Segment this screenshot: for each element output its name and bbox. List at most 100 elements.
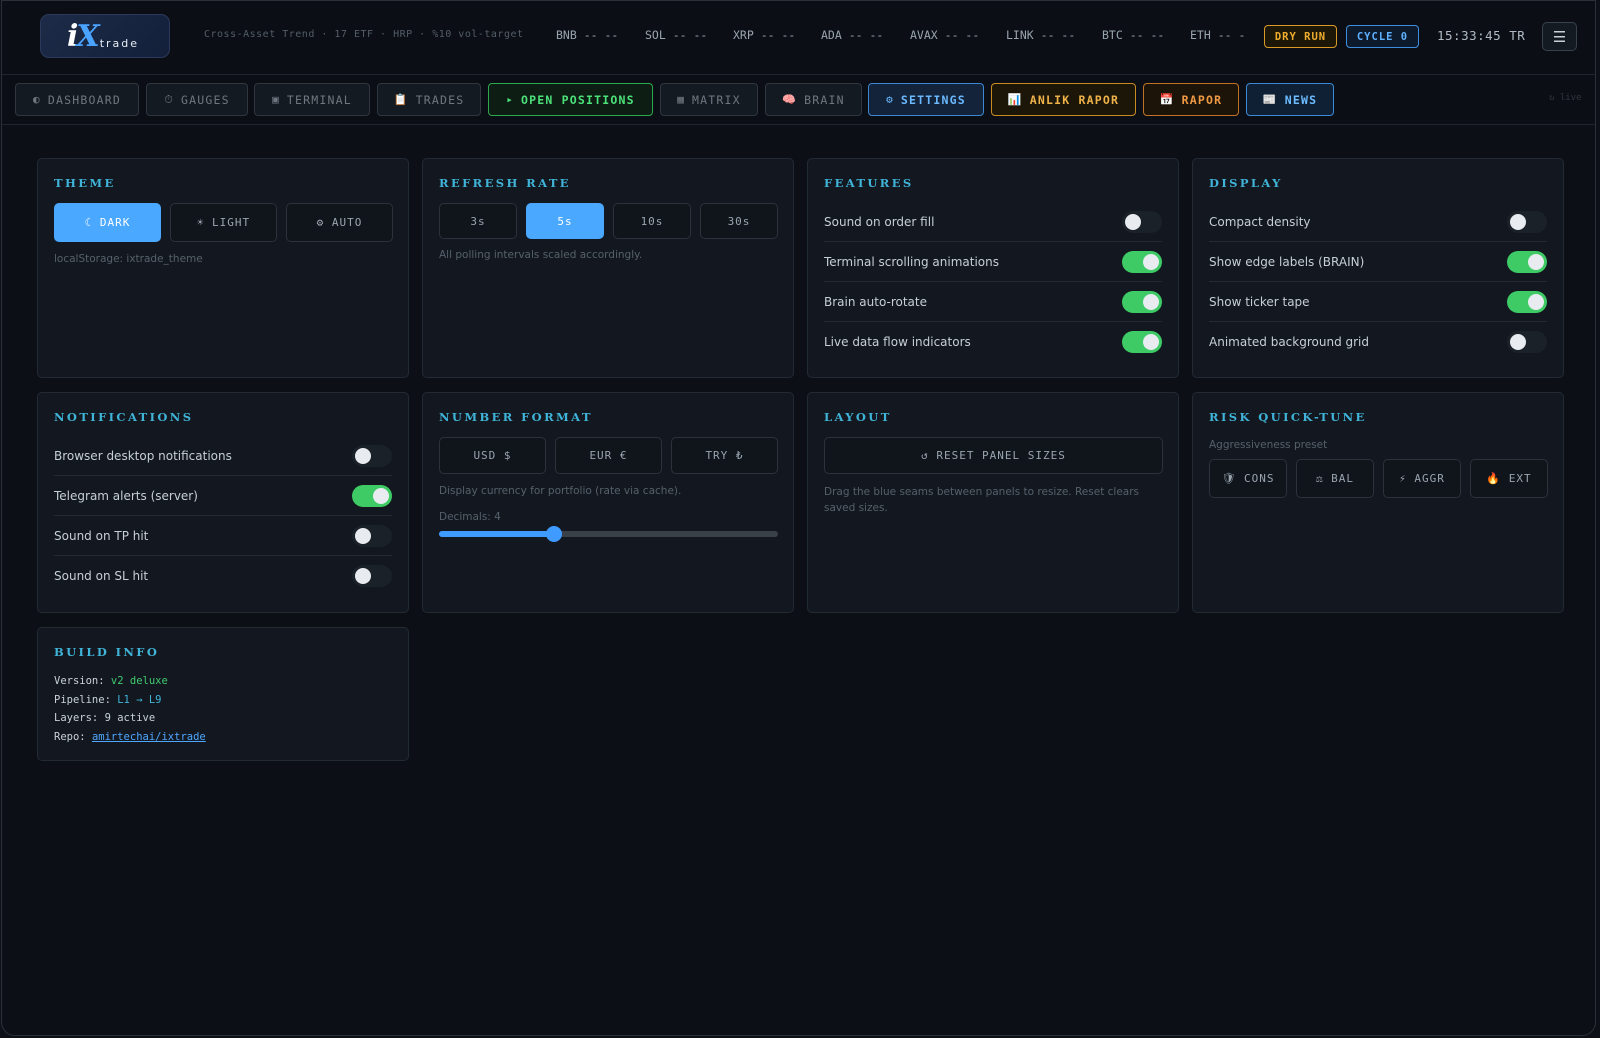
risk-aggressive-button[interactable]: ⚡ AGGR (1383, 459, 1461, 498)
header: iX trade Cross-Asset Trend · 17 ETF · HR… (2, 1, 1595, 75)
panel-title: BUILD INFO (54, 645, 160, 659)
tab-brain[interactable]: 🧠 BRAIN (765, 83, 862, 116)
tab-anlik-rapor[interactable]: 📊 ANLIK RAPOR (991, 83, 1136, 116)
theme-light-button[interactable]: ☀ LIGHT (170, 203, 277, 242)
clock: 15:33:45 TR (1437, 28, 1526, 43)
logo[interactable]: iX trade (40, 14, 170, 58)
tab-news[interactable]: 📰 NEWS (1246, 83, 1334, 116)
ticker-tape-toggle[interactable] (1507, 290, 1547, 313)
panel-title: THEME (54, 176, 116, 190)
refresh-10s-button[interactable]: 10s (613, 203, 691, 239)
refresh-rate-panel: REFRESH RATE 3s 5s 10s 30s All polling i… (422, 158, 794, 378)
build-version: Version: v2 deluxe (54, 675, 168, 687)
slider-fill (439, 531, 555, 537)
brain-auto-rotate-toggle[interactable] (1122, 290, 1162, 313)
feature-row: Live data flow indicators (824, 322, 1162, 362)
build-layers: Layers: 9 active (54, 712, 156, 724)
ticker-btc: BTC -- -- (1102, 28, 1165, 42)
feature-row: Terminal scrolling animations (824, 242, 1162, 282)
tab-gauges[interactable]: ⏱ GAUGES (146, 83, 248, 116)
notification-row: Telegram alerts (server) (54, 476, 392, 516)
notifications-panel: NOTIFICATIONS Browser desktop notificati… (37, 392, 409, 613)
build-repo: Repo: amirtechai/ixtrade (54, 730, 206, 743)
risk-balanced-button[interactable]: ⚖ BAL (1296, 459, 1374, 498)
setting-label: Show ticker tape (1209, 294, 1310, 309)
sound-on-order-fill-toggle[interactable] (1122, 210, 1162, 233)
notification-row: Sound on SL hit (54, 556, 392, 596)
decimals-slider[interactable] (439, 526, 778, 542)
repo-link[interactable]: amirtechai/ixtrade (92, 731, 206, 743)
ticker-xrp: XRP -- -- (733, 28, 796, 42)
setting-label: Show edge labels (BRAIN) (1209, 254, 1365, 269)
edge-labels-toggle[interactable] (1507, 250, 1547, 273)
feature-row: Brain auto-rotate (824, 282, 1162, 322)
sound-sl-toggle[interactable] (352, 565, 392, 587)
slider-handle[interactable] (546, 526, 563, 542)
tab-settings[interactable]: ⚙ SETTINGS (868, 83, 984, 116)
setting-label: Live data flow indicators (824, 335, 971, 349)
play-icon: ▸ (506, 93, 515, 106)
refresh-30s-button[interactable]: 30s (700, 203, 778, 239)
brain-icon: 🧠 (782, 93, 798, 106)
live-indicator: ↻ live (1549, 93, 1582, 103)
compact-density-toggle[interactable] (1507, 210, 1547, 233)
ticker-eth: ETH -- - (1190, 28, 1246, 42)
tab-terminal[interactable]: ▣ TERMINAL (254, 83, 370, 116)
ticker-link: LINK -- -- (1006, 28, 1076, 42)
ticker-bnb: BNB -- -- (556, 28, 619, 42)
risk-quick-tune-panel: RISK QUICK-TUNE Aggressiveness preset 🛡 … (1192, 392, 1564, 613)
currency-try-button[interactable]: TRY ₺ (671, 437, 778, 474)
setting-label: Terminal scrolling animations (824, 254, 1000, 269)
ticker-avax: AVAX -- -- (910, 28, 980, 42)
ticker-sol: SOL -- -- (645, 28, 708, 42)
reset-panel-sizes-button[interactable]: ↺ RESET PANEL SIZES (824, 437, 1163, 474)
logo-text: trade (99, 36, 140, 50)
terminal-animations-toggle[interactable] (1122, 250, 1162, 273)
risk-conservative-button[interactable]: 🛡 CONS (1209, 459, 1287, 498)
display-panel: DISPLAY Compact density Show edge labels… (1192, 158, 1564, 378)
tab-open-positions[interactable]: ▸ OPEN POSITIONS (488, 83, 653, 116)
panel-title: REFRESH RATE (439, 176, 571, 190)
newspaper-icon: 📰 (1262, 93, 1278, 106)
display-row: Animated background grid (1209, 322, 1547, 362)
sound-tp-toggle[interactable] (352, 524, 392, 547)
panel-title: RISK QUICK-TUNE (1209, 410, 1367, 424)
risk-extreme-button[interactable]: 🔥 EXT (1470, 459, 1548, 498)
layout-hint: Drag the blue seams between panels to re… (824, 486, 1140, 514)
refresh-5s-button[interactable]: 5s (526, 203, 604, 239)
clipboard-icon: 📋 (393, 93, 409, 106)
refresh-hint: All polling intervals scaled accordingly… (439, 249, 643, 261)
background-grid-toggle[interactable] (1507, 331, 1547, 353)
build-pipeline: Pipeline: L1 → L9 (54, 693, 162, 706)
build-info-panel: BUILD INFO Version: v2 deluxe Pipeline: … (37, 627, 409, 761)
risk-hint: Aggressiveness preset (1209, 439, 1328, 451)
nav-bar: ◐ DASHBOARD ⏱ GAUGES ▣ TERMINAL 📋 TRADES ▸ OP… (2, 75, 1595, 125)
live-data-flow-toggle[interactable] (1122, 331, 1162, 353)
theme-dark-button[interactable]: ☾ DARK (54, 203, 161, 242)
build-info-list: Version: v2 deluxe Pipeline: L1 → L9 Lay… (54, 672, 206, 746)
panel-title: FEATURES (824, 176, 914, 190)
tab-trades[interactable]: 📋 TRADES (377, 83, 481, 116)
notification-row: Sound on TP hit (54, 516, 392, 556)
tab-rapor[interactable]: 📅 RAPOR (1143, 83, 1239, 116)
gear-icon: ⚙ (886, 93, 894, 106)
panel-title: DISPLAY (1209, 176, 1283, 190)
currency-usd-button[interactable]: USD $ (439, 437, 546, 474)
tab-dashboard[interactable]: ◐ DASHBOARD (15, 83, 139, 116)
hamburger-menu-button[interactable]: ☰ (1542, 22, 1577, 51)
setting-label: Animated background grid (1209, 335, 1370, 349)
currency-eur-button[interactable]: EUR € (555, 437, 662, 474)
tab-matrix[interactable]: ▦ MATRIX (660, 83, 758, 116)
telegram-alerts-toggle[interactable] (352, 484, 392, 507)
display-row: Show ticker tape (1209, 282, 1547, 322)
setting-label: Sound on TP hit (54, 528, 149, 543)
dry-run-badge: DRY RUN (1264, 25, 1337, 48)
number-format-hint: Display currency for portfolio (rate via… (439, 485, 682, 497)
theme-auto-button[interactable]: ⚙ AUTO (286, 203, 393, 242)
terminal-icon: ▣ (272, 93, 280, 106)
desktop-notifications-toggle[interactable] (352, 444, 392, 467)
number-format-panel: NUMBER FORMAT USD $ EUR € TRY ₺ Display … (422, 392, 794, 613)
notification-row: Browser desktop notifications (54, 436, 392, 476)
setting-label: Telegram alerts (server) (54, 488, 198, 503)
refresh-3s-button[interactable]: 3s (439, 203, 517, 239)
